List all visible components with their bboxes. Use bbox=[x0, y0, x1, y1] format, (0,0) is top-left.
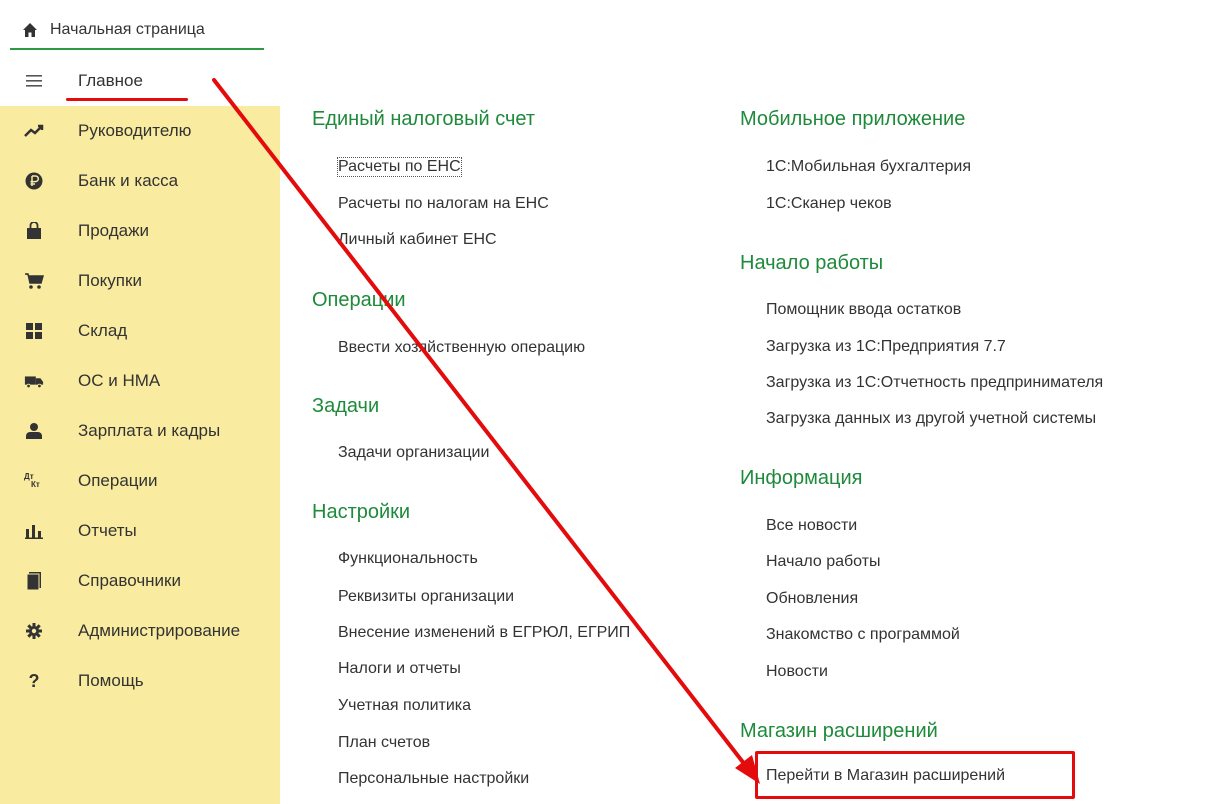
sidebar-item-admin[interactable]: Администрирование bbox=[0, 606, 280, 656]
bar-chart-icon bbox=[24, 521, 44, 541]
dt-kt-icon: Дт Кт bbox=[24, 471, 44, 491]
link-taxes-reports[interactable]: Налоги и отчеты bbox=[338, 660, 461, 678]
link-ens-cabinet[interactable]: Личный кабинет ЕНС bbox=[338, 231, 497, 249]
link-personal-settings[interactable]: Персональные настройки bbox=[338, 770, 529, 788]
sidebar-item-label: Банк и касса bbox=[78, 171, 179, 190]
sidebar-item-label: Продажи bbox=[78, 221, 149, 240]
link-ens-calc[interactable]: Расчеты по ЕНС bbox=[337, 157, 462, 177]
sidebar-item-label: Операции bbox=[78, 471, 158, 490]
warehouse-icon bbox=[24, 321, 44, 341]
sidebar-item-label: Главное bbox=[78, 71, 143, 90]
sidebar-item-label: Склад bbox=[78, 321, 128, 340]
sidebar-item-sales[interactable]: Продажи bbox=[0, 206, 280, 256]
link-enter-operation[interactable]: Ввести хозяйственную операцию bbox=[338, 339, 585, 357]
red-underline-annotation bbox=[66, 98, 188, 101]
link-ens-taxes[interactable]: Расчеты по налогам на ЕНС bbox=[338, 195, 549, 213]
link-load-entrepreneur[interactable]: Загрузка из 1С:Отчетность предпринимател… bbox=[766, 374, 1103, 392]
link-load-77[interactable]: Загрузка из 1С:Предприятия 7.7 bbox=[766, 338, 1006, 356]
sidebar-item-label: Зарплата и кадры bbox=[78, 421, 221, 440]
books-icon bbox=[24, 571, 44, 591]
shopping-bag-icon bbox=[24, 221, 44, 241]
link-getting-started[interactable]: Начало работы bbox=[766, 553, 881, 571]
gear-icon bbox=[24, 621, 44, 641]
section-title-settings: Настройки bbox=[312, 501, 411, 523]
sidebar-item-bank[interactable]: Банк и касса bbox=[0, 156, 280, 206]
kt-label: Кт bbox=[31, 480, 40, 489]
sidebar-item-label: Отчеты bbox=[78, 521, 137, 540]
link-accounting-policy[interactable]: Учетная политика bbox=[338, 697, 471, 715]
sidebar-item-label: Помощь bbox=[78, 671, 144, 690]
link-org-tasks[interactable]: Задачи организации bbox=[338, 444, 489, 462]
link-functionality[interactable]: Функциональность bbox=[338, 550, 478, 568]
link-intro[interactable]: Знакомство с программой bbox=[766, 626, 960, 644]
sidebar-item-purchases[interactable]: Покупки bbox=[0, 256, 280, 306]
top-strip bbox=[0, 0, 1210, 10]
link-updates[interactable]: Обновления bbox=[766, 590, 858, 608]
link-news[interactable]: Новости bbox=[766, 663, 828, 681]
section-title-mobile: Мобильное приложение bbox=[740, 108, 966, 130]
section-title-ens: Единый налоговый счет bbox=[312, 108, 536, 130]
section-title-store: Магазин расширений bbox=[740, 720, 938, 742]
sidebar-item-label: Покупки bbox=[78, 271, 142, 290]
sidebar-item-directories[interactable]: Справочники bbox=[0, 556, 280, 606]
link-mobile-accounting[interactable]: 1С:Мобильная бухгалтерия bbox=[766, 158, 971, 176]
sidebar-item-manager[interactable]: Руководителю bbox=[0, 106, 280, 156]
hamburger-icon bbox=[24, 71, 44, 91]
truck-icon bbox=[24, 371, 44, 391]
trend-icon bbox=[24, 121, 44, 141]
link-load-other[interactable]: Загрузка данных из другой учетной систем… bbox=[766, 410, 1096, 428]
sidebar-item-salary[interactable]: Зарплата и кадры bbox=[0, 406, 280, 456]
cart-icon bbox=[24, 271, 44, 291]
sidebar-item-label: Руководителю bbox=[78, 121, 192, 140]
home-icon bbox=[22, 22, 38, 38]
link-chart-of-accounts[interactable]: План счетов bbox=[338, 734, 430, 752]
section-title-start: Начало работы bbox=[740, 252, 884, 274]
red-highlight-box bbox=[755, 751, 1075, 799]
link-egrul[interactable]: Внесение изменений в ЕГРЮЛ, ЕГРИП bbox=[338, 624, 630, 642]
ruble-icon bbox=[24, 171, 44, 191]
sidebar-item-label: ОС и НМА bbox=[78, 371, 161, 390]
sidebar-item-assets[interactable]: ОС и НМА bbox=[0, 356, 280, 406]
question-icon: ? bbox=[28, 670, 40, 691]
link-receipt-scanner[interactable]: 1С:Сканер чеков bbox=[766, 195, 892, 213]
section-title-info: Информация bbox=[740, 467, 863, 489]
tab-home[interactable]: Начальная страница bbox=[10, 12, 264, 50]
link-org-details[interactable]: Реквизиты организации bbox=[338, 588, 514, 606]
link-balance-wizard[interactable]: Помощник ввода остатков bbox=[766, 301, 961, 319]
person-icon bbox=[24, 421, 44, 441]
sidebar-item-operations[interactable]: Дт Кт Операции bbox=[0, 456, 280, 506]
sidebar-item-reports[interactable]: Отчеты bbox=[0, 506, 280, 556]
sidebar-item-help[interactable]: ? Помощь bbox=[0, 656, 280, 706]
sidebar-item-warehouse[interactable]: Склад bbox=[0, 306, 280, 356]
home-tab-label: Начальная страница bbox=[50, 21, 205, 38]
section-title-ops: Операции bbox=[312, 289, 406, 311]
sidebar-item-label: Справочники bbox=[78, 571, 181, 590]
section-title-tasks: Задачи bbox=[312, 395, 380, 417]
sidebar-item-label: Администрирование bbox=[78, 621, 241, 640]
link-all-news[interactable]: Все новости bbox=[766, 517, 857, 535]
